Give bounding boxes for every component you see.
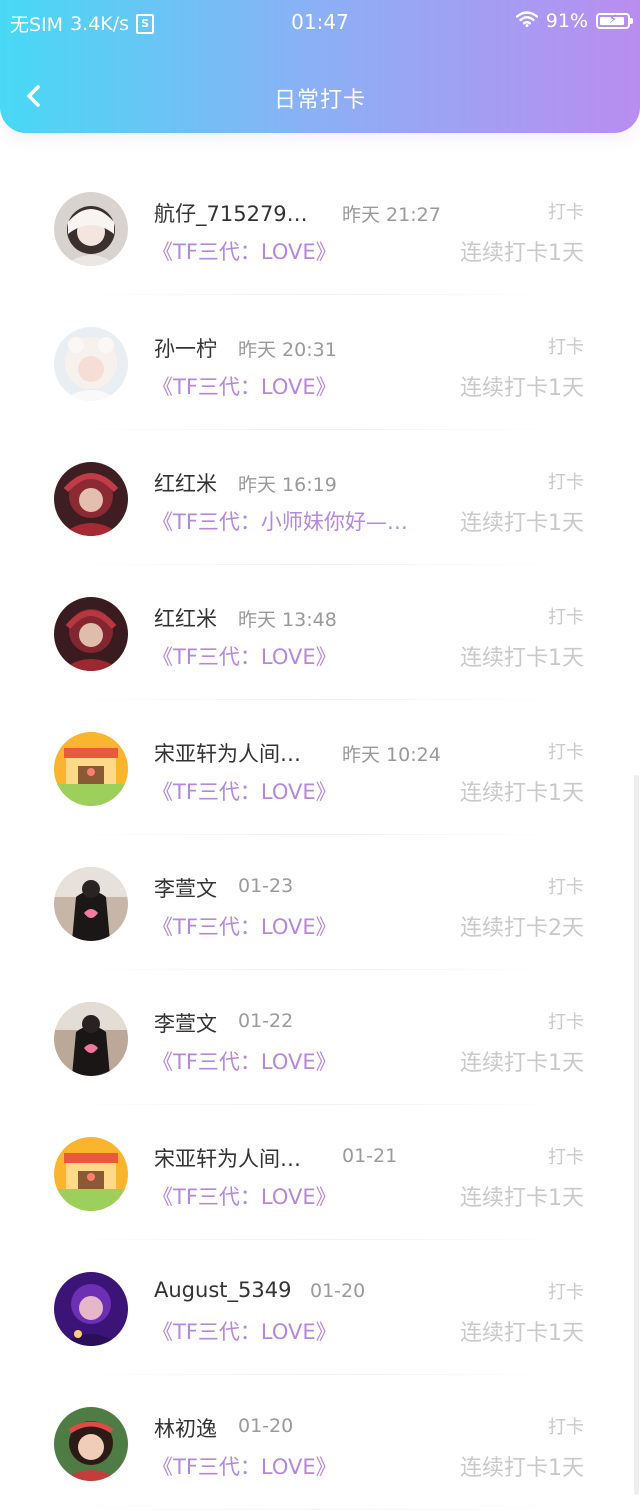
book-title-link[interactable]: 《TF三代：LOVE》 — [152, 236, 337, 266]
checkin-tag: 打卡 — [548, 202, 584, 223]
checkin-time: 01-23 — [238, 875, 294, 897]
avatar[interactable] — [54, 597, 128, 671]
status-bar: 无SIM 3.4K/s S 01:47 91% ⚡ — [0, 0, 640, 44]
streak-label: 连续打卡1天 — [460, 241, 584, 266]
page-title: 日常打卡 — [273, 88, 366, 113]
wifi-icon — [515, 10, 538, 32]
list-item[interactable]: 林初逸 01-20 打卡《TF三代：LOVE》 连续打卡1天 — [0, 1375, 640, 1510]
book-title-link[interactable]: 《TF三代：LOVE》 — [152, 641, 337, 671]
checkin-time: 昨天 21:27 — [342, 204, 441, 226]
user-name[interactable]: 红红米 — [154, 468, 217, 498]
list-item[interactable]: 宋亚轩为人间… 昨天 10:24 打卡《TF三代：LOVE》 连续打卡1天 — [0, 700, 640, 835]
checkin-time: 昨天 16:19 — [238, 474, 337, 496]
book-title-link[interactable]: 《TF三代：LOVE》 — [152, 1316, 337, 1346]
avatar[interactable] — [54, 1272, 128, 1346]
list-item[interactable]: 宋亚轩为人间… 01-21 打卡《TF三代：LOVE》 连续打卡1天 — [0, 1105, 640, 1240]
checkin-time: 01-20 — [310, 1280, 366, 1302]
streak-label: 连续打卡1天 — [460, 1186, 584, 1211]
list-item[interactable]: 孙一柠 昨天 20:31 打卡《TF三代：LOVE》 连续打卡1天 — [0, 295, 640, 430]
avatar[interactable] — [54, 192, 128, 266]
checkin-tag: 打卡 — [548, 877, 584, 898]
status-right: 91% ⚡ — [515, 10, 633, 32]
streak-label: 连续打卡1天 — [460, 1051, 584, 1076]
checkin-tag: 打卡 — [548, 472, 584, 493]
book-title-link[interactable]: 《TF三代：LOVE》 — [152, 1451, 337, 1481]
user-name[interactable]: 航仔_715279… — [154, 198, 308, 228]
user-name[interactable]: 宋亚轩为人间… — [154, 738, 301, 768]
avatar[interactable] — [54, 1137, 128, 1211]
streak-label: 连续打卡1天 — [460, 1456, 584, 1481]
checkin-tag: 打卡 — [548, 1012, 584, 1033]
nav-bar: 日常打卡 — [0, 60, 640, 132]
list-item[interactable]: August_5349 01-20 打卡《TF三代：LOVE》 连续打卡1天 — [0, 1240, 640, 1375]
book-title-link[interactable]: 《TF三代：LOVE》 — [152, 911, 337, 941]
checkin-tag: 打卡 — [548, 1282, 584, 1303]
checkin-time: 01-20 — [238, 1415, 294, 1437]
streak-label: 连续打卡1天 — [460, 1321, 584, 1346]
checkin-time: 昨天 20:31 — [238, 339, 337, 361]
checkin-tag: 打卡 — [548, 607, 584, 628]
streak-label: 连续打卡1天 — [460, 781, 584, 806]
header-bar: 无SIM 3.4K/s S 01:47 91% ⚡ 日常打卡 — [0, 0, 640, 133]
bolt-icon: ⚡ — [608, 12, 618, 26]
streak-label: 连续打卡1天 — [460, 511, 584, 536]
list-item[interactable]: 红红米 昨天 13:48 打卡《TF三代：LOVE》 连续打卡1天 — [0, 565, 640, 700]
book-title-link[interactable]: 《TF三代：LOVE》 — [152, 1181, 337, 1211]
list-item[interactable]: 航仔_715279… 昨天 21:27 打卡《TF三代：LOVE》 连续打卡1天 — [0, 160, 640, 295]
scrollbar[interactable] — [634, 775, 639, 1495]
user-name[interactable]: 林初逸 — [154, 1413, 217, 1443]
checkin-tag: 打卡 — [548, 742, 584, 763]
list-item[interactable]: 李萱文 01-22 打卡《TF三代：LOVE》 连续打卡1天 — [0, 970, 640, 1105]
list-item[interactable]: 红红米 昨天 16:19 打卡《TF三代：小师妹你好—… 连续打卡1天 — [0, 430, 640, 565]
list-item[interactable]: 李萱文 01-23 打卡《TF三代：LOVE》 连续打卡2天 — [0, 835, 640, 970]
avatar[interactable] — [54, 732, 128, 806]
user-name[interactable]: 李萱文 — [154, 1008, 217, 1038]
user-name[interactable]: 孙一柠 — [154, 333, 217, 363]
checkin-list: 航仔_715279… 昨天 21:27 打卡 《TF三代：LOVE》 连续打卡1天 孙一柠… — [0, 160, 640, 1510]
avatar[interactable] — [54, 462, 128, 536]
user-name[interactable]: 李萱文 — [154, 873, 217, 903]
checkin-time: 昨天 13:48 — [238, 609, 337, 631]
checkin-time: 昨天 10:24 — [342, 744, 441, 766]
checkin-tag: 打卡 — [548, 1147, 584, 1168]
book-title-link[interactable]: 《TF三代：小师妹你好—… — [152, 506, 408, 536]
streak-label: 连续打卡1天 — [460, 646, 584, 671]
book-title-link[interactable]: 《TF三代：LOVE》 — [152, 371, 337, 401]
user-name[interactable]: August_5349 — [154, 1278, 291, 1302]
checkin-time: 01-22 — [238, 1010, 294, 1032]
avatar[interactable] — [54, 867, 128, 941]
avatar[interactable] — [54, 327, 128, 401]
avatar[interactable] — [54, 1002, 128, 1076]
user-name[interactable]: 宋亚轩为人间… — [154, 1143, 301, 1173]
checkin-tag: 打卡 — [548, 1417, 584, 1438]
book-title-link[interactable]: 《TF三代：LOVE》 — [152, 1046, 337, 1076]
streak-label: 连续打卡1天 — [460, 376, 584, 401]
checkin-time: 01-21 — [342, 1145, 398, 1167]
battery-icon: ⚡ — [596, 12, 633, 29]
streak-label: 连续打卡2天 — [460, 916, 584, 941]
book-title-link[interactable]: 《TF三代：LOVE》 — [152, 776, 337, 806]
user-name[interactable]: 红红米 — [154, 603, 217, 633]
checkin-tag: 打卡 — [548, 337, 584, 358]
avatar[interactable] — [54, 1407, 128, 1481]
battery-percent: 91% — [545, 10, 588, 32]
